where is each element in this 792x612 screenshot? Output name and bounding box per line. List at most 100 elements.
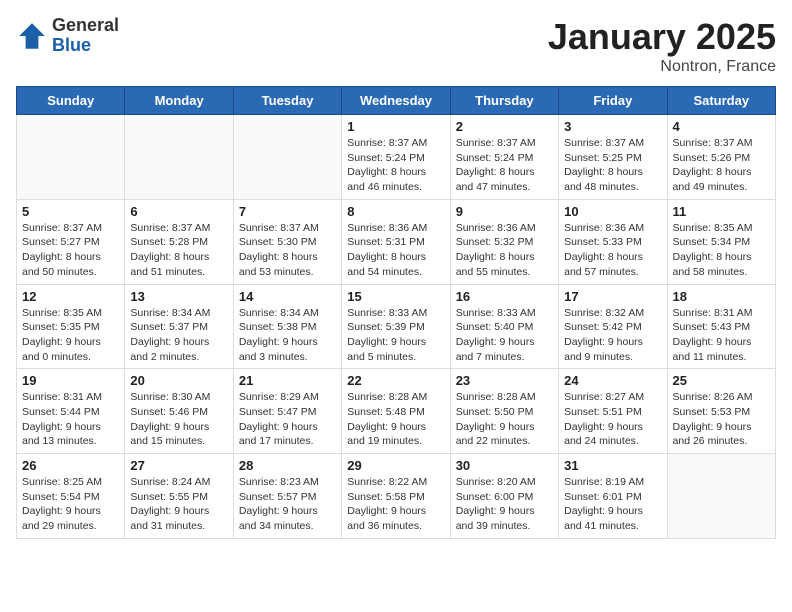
day-info: Sunrise: 8:33 AM Sunset: 5:40 PM Dayligh… xyxy=(456,306,553,365)
day-info: Sunrise: 8:28 AM Sunset: 5:48 PM Dayligh… xyxy=(347,390,444,449)
calendar-week-row: 26 Sunrise: 8:25 AM Sunset: 5:54 PM Dayli… xyxy=(17,454,776,539)
day-info: Sunrise: 8:35 AM Sunset: 5:34 PM Dayligh… xyxy=(673,221,770,280)
day-number: 12 xyxy=(22,289,119,304)
empty-cell xyxy=(667,454,775,539)
location-title: Nontron, France xyxy=(548,58,776,76)
calendar-day-cell: 16 Sunrise: 8:33 AM Sunset: 5:40 PM Dayli… xyxy=(450,284,558,369)
day-number: 27 xyxy=(130,458,227,473)
day-info: Sunrise: 8:34 AM Sunset: 5:37 PM Dayligh… xyxy=(130,306,227,365)
day-number: 3 xyxy=(564,119,661,134)
day-number: 16 xyxy=(456,289,553,304)
day-info: Sunrise: 8:25 AM Sunset: 5:54 PM Dayligh… xyxy=(22,475,119,534)
day-number: 24 xyxy=(564,373,661,388)
day-info: Sunrise: 8:24 AM Sunset: 5:55 PM Dayligh… xyxy=(130,475,227,534)
calendar-table: SundayMondayTuesdayWednesdayThursdayFrid… xyxy=(16,86,776,539)
calendar-day-cell: 20 Sunrise: 8:30 AM Sunset: 5:46 PM Dayli… xyxy=(125,369,233,454)
day-number: 5 xyxy=(22,204,119,219)
day-number: 18 xyxy=(673,289,770,304)
calendar-day-cell: 6Sunrise: 8:37 AM Sunset: 5:28 PM Daylig… xyxy=(125,199,233,284)
day-number: 9 xyxy=(456,204,553,219)
weekday-header-thursday: Thursday xyxy=(450,87,558,115)
calendar-day-cell: 28 Sunrise: 8:23 AM Sunset: 5:57 PM Dayli… xyxy=(233,454,341,539)
day-number: 8 xyxy=(347,204,444,219)
calendar-day-cell: 23Sunrise: 8:28 AM Sunset: 5:50 PM Dayli… xyxy=(450,369,558,454)
day-number: 21 xyxy=(239,373,336,388)
day-number: 20 xyxy=(130,373,227,388)
calendar-day-cell: 24Sunrise: 8:27 AM Sunset: 5:51 PM Dayli… xyxy=(559,369,667,454)
calendar-day-cell: 22 Sunrise: 8:28 AM Sunset: 5:48 PM Dayli… xyxy=(342,369,450,454)
day-info: Sunrise: 8:37 AM Sunset: 5:30 PM Dayligh… xyxy=(239,221,336,280)
calendar-day-cell: 27 Sunrise: 8:24 AM Sunset: 5:55 PM Dayli… xyxy=(125,454,233,539)
day-number: 19 xyxy=(22,373,119,388)
day-info: Sunrise: 8:36 AM Sunset: 5:31 PM Dayligh… xyxy=(347,221,444,280)
empty-cell xyxy=(233,115,341,200)
calendar-week-row: 12 Sunrise: 8:35 AM Sunset: 5:35 PM Dayli… xyxy=(17,284,776,369)
logo: General Blue xyxy=(16,16,119,56)
weekday-header-row: SundayMondayTuesdayWednesdayThursdayFrid… xyxy=(17,87,776,115)
day-number: 17 xyxy=(564,289,661,304)
day-number: 2 xyxy=(456,119,553,134)
day-number: 26 xyxy=(22,458,119,473)
day-number: 10 xyxy=(564,204,661,219)
calendar-day-cell: 18 Sunrise: 8:31 AM Sunset: 5:43 PM Dayli… xyxy=(667,284,775,369)
day-info: Sunrise: 8:35 AM Sunset: 5:35 PM Dayligh… xyxy=(22,306,119,365)
day-number: 4 xyxy=(673,119,770,134)
weekday-header-wednesday: Wednesday xyxy=(342,87,450,115)
day-number: 1 xyxy=(347,119,444,134)
day-info: Sunrise: 8:36 AM Sunset: 5:33 PM Dayligh… xyxy=(564,221,661,280)
calendar-day-cell: 19 Sunrise: 8:31 AM Sunset: 5:44 PM Dayli… xyxy=(17,369,125,454)
day-info: Sunrise: 8:37 AM Sunset: 5:27 PM Dayligh… xyxy=(22,221,119,280)
calendar-day-cell: 25 Sunrise: 8:26 AM Sunset: 5:53 PM Dayli… xyxy=(667,369,775,454)
day-info: Sunrise: 8:33 AM Sunset: 5:39 PM Dayligh… xyxy=(347,306,444,365)
day-info: Sunrise: 8:32 AM Sunset: 5:42 PM Dayligh… xyxy=(564,306,661,365)
calendar-day-cell: 14 Sunrise: 8:34 AM Sunset: 5:38 PM Dayli… xyxy=(233,284,341,369)
calendar-day-cell: 15Sunrise: 8:33 AM Sunset: 5:39 PM Dayli… xyxy=(342,284,450,369)
day-info: Sunrise: 8:29 AM Sunset: 5:47 PM Dayligh… xyxy=(239,390,336,449)
calendar-week-row: 19 Sunrise: 8:31 AM Sunset: 5:44 PM Dayli… xyxy=(17,369,776,454)
day-info: Sunrise: 8:37 AM Sunset: 5:28 PM Dayligh… xyxy=(130,221,227,280)
day-info: Sunrise: 8:28 AM Sunset: 5:50 PM Dayligh… xyxy=(456,390,553,449)
calendar-day-cell: 30 Sunrise: 8:20 AM Sunset: 6:00 PM Dayli… xyxy=(450,454,558,539)
day-number: 30 xyxy=(456,458,553,473)
calendar-day-cell: 17 Sunrise: 8:32 AM Sunset: 5:42 PM Dayli… xyxy=(559,284,667,369)
calendar-day-cell: 26 Sunrise: 8:25 AM Sunset: 5:54 PM Dayli… xyxy=(17,454,125,539)
logo-icon xyxy=(16,20,48,52)
calendar-day-cell: 3 Sunrise: 8:37 AM Sunset: 5:25 PM Daylig… xyxy=(559,115,667,200)
calendar-day-cell: 31Sunrise: 8:19 AM Sunset: 6:01 PM Dayli… xyxy=(559,454,667,539)
day-number: 7 xyxy=(239,204,336,219)
day-info: Sunrise: 8:37 AM Sunset: 5:25 PM Dayligh… xyxy=(564,136,661,195)
calendar-day-cell: 2Sunrise: 8:37 AM Sunset: 5:24 PM Daylig… xyxy=(450,115,558,200)
empty-cell xyxy=(125,115,233,200)
calendar-day-cell: 12 Sunrise: 8:35 AM Sunset: 5:35 PM Dayli… xyxy=(17,284,125,369)
weekday-header-tuesday: Tuesday xyxy=(233,87,341,115)
day-number: 22 xyxy=(347,373,444,388)
day-info: Sunrise: 8:30 AM Sunset: 5:46 PM Dayligh… xyxy=(130,390,227,449)
day-number: 28 xyxy=(239,458,336,473)
weekday-header-monday: Monday xyxy=(125,87,233,115)
day-number: 29 xyxy=(347,458,444,473)
calendar-day-cell: 11Sunrise: 8:35 AM Sunset: 5:34 PM Dayli… xyxy=(667,199,775,284)
day-number: 25 xyxy=(673,373,770,388)
weekday-header-saturday: Saturday xyxy=(667,87,775,115)
day-info: Sunrise: 8:26 AM Sunset: 5:53 PM Dayligh… xyxy=(673,390,770,449)
day-info: Sunrise: 8:31 AM Sunset: 5:43 PM Dayligh… xyxy=(673,306,770,365)
calendar-week-row: 5 Sunrise: 8:37 AM Sunset: 5:27 PM Daylig… xyxy=(17,199,776,284)
day-info: Sunrise: 8:20 AM Sunset: 6:00 PM Dayligh… xyxy=(456,475,553,534)
day-info: Sunrise: 8:36 AM Sunset: 5:32 PM Dayligh… xyxy=(456,221,553,280)
logo-general-text: General xyxy=(52,16,119,36)
calendar-day-cell: 5 Sunrise: 8:37 AM Sunset: 5:27 PM Daylig… xyxy=(17,199,125,284)
calendar-day-cell: 10 Sunrise: 8:36 AM Sunset: 5:33 PM Dayli… xyxy=(559,199,667,284)
day-info: Sunrise: 8:34 AM Sunset: 5:38 PM Dayligh… xyxy=(239,306,336,365)
calendar-week-row: 1 Sunrise: 8:37 AM Sunset: 5:24 PM Daylig… xyxy=(17,115,776,200)
calendar-day-cell: 4 Sunrise: 8:37 AM Sunset: 5:26 PM Daylig… xyxy=(667,115,775,200)
calendar-day-cell: 9 Sunrise: 8:36 AM Sunset: 5:32 PM Daylig… xyxy=(450,199,558,284)
day-info: Sunrise: 8:37 AM Sunset: 5:24 PM Dayligh… xyxy=(347,136,444,195)
page-header: General Blue January 2025 Nontron, Franc… xyxy=(16,16,776,76)
day-info: Sunrise: 8:31 AM Sunset: 5:44 PM Dayligh… xyxy=(22,390,119,449)
day-info: Sunrise: 8:19 AM Sunset: 6:01 PM Dayligh… xyxy=(564,475,661,534)
calendar-day-cell: 29Sunrise: 8:22 AM Sunset: 5:58 PM Dayli… xyxy=(342,454,450,539)
day-info: Sunrise: 8:23 AM Sunset: 5:57 PM Dayligh… xyxy=(239,475,336,534)
month-title: January 2025 xyxy=(548,16,776,58)
day-info: Sunrise: 8:37 AM Sunset: 5:26 PM Dayligh… xyxy=(673,136,770,195)
day-number: 14 xyxy=(239,289,336,304)
